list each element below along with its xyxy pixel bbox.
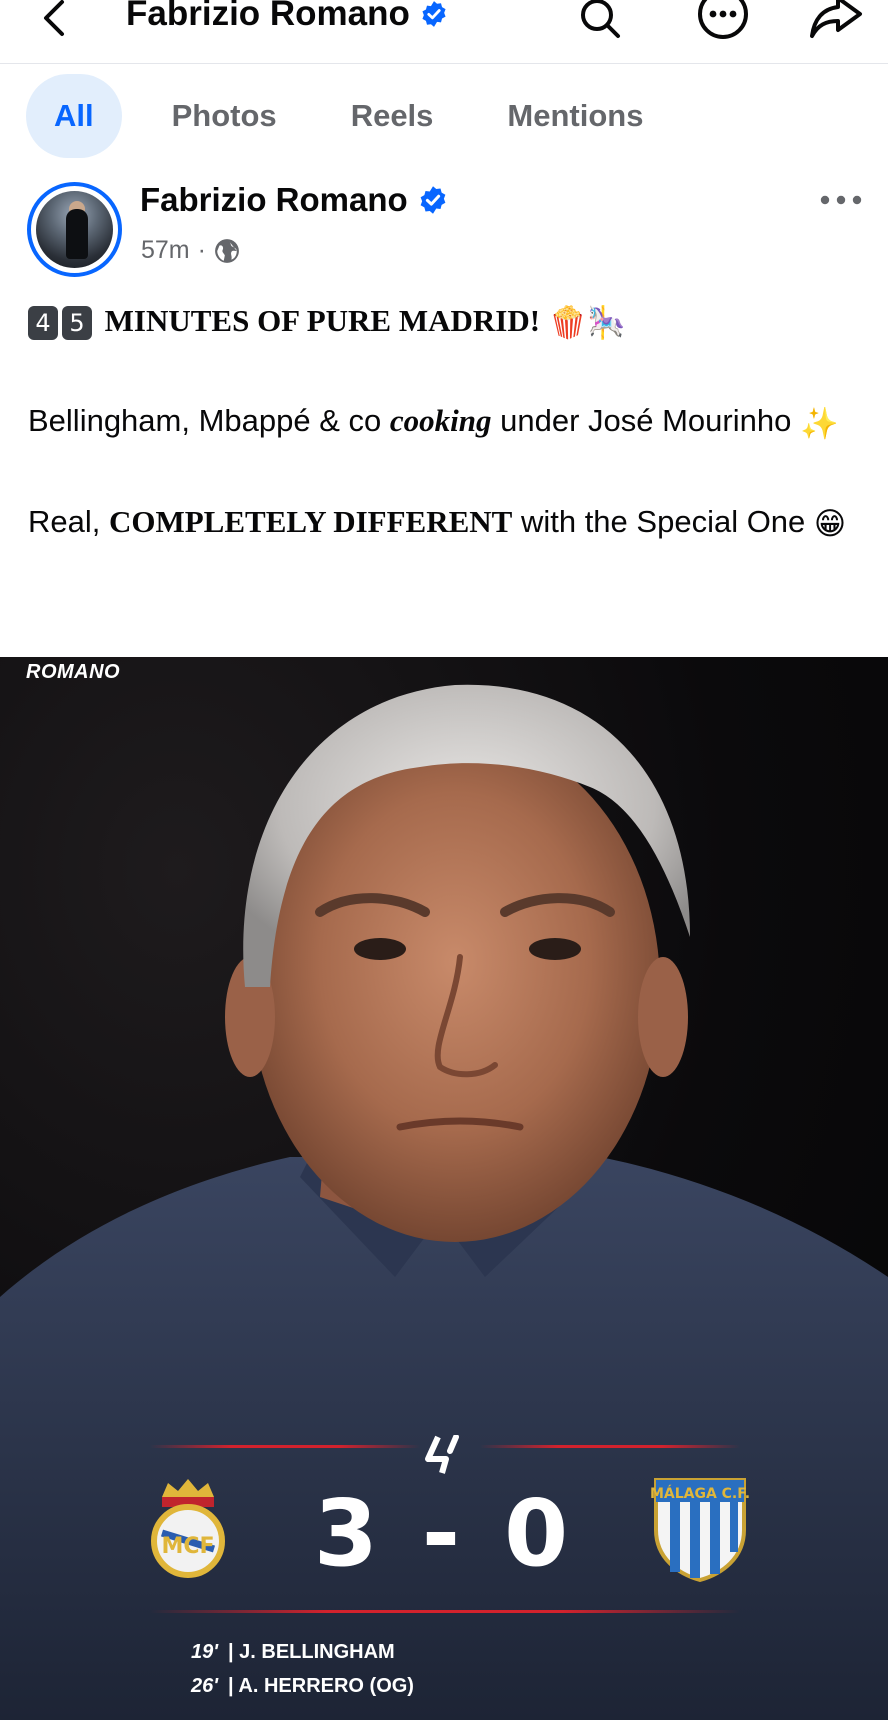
goal-scorers-list: 19' | J. BELLINGHAM 26' | A. HERRERO (OG) <box>178 1635 414 1703</box>
goal-scorer-row: 19' | J. BELLINGHAM <box>178 1635 414 1669</box>
tab-mentions[interactable]: Mentions <box>483 74 667 158</box>
tab-all[interactable]: All <box>26 74 122 158</box>
post-author[interactable]: Fabrizio Romano <box>140 181 448 219</box>
page-title: Fabrizio Romano <box>126 0 448 34</box>
sparkles-emoji: ✨ <box>799 405 839 441</box>
post-image[interactable]: ROMANO MCF 3 - 0 MÁLAGA C.F. 19' | J. BEL… <box>0 657 888 1720</box>
line2-emphasis: cooking <box>389 403 492 439</box>
globe-icon <box>215 238 239 263</box>
page-title-text: Fabrizio Romano <box>126 0 410 33</box>
home-score: 3 <box>313 1480 384 1587</box>
tab-photos[interactable]: Photos <box>148 74 301 158</box>
post-line-3: Real, COMPLETELY DIFFERENT with the Spec… <box>28 497 868 548</box>
post-text: 45 MINUTES OF PURE MADRID! 🍿🎠 Bellingham… <box>28 296 868 548</box>
avatar-image <box>36 191 113 268</box>
grinning-emoji: 😁 <box>813 505 847 541</box>
keycap-4: 4 <box>28 305 58 340</box>
back-button[interactable] <box>36 0 72 40</box>
avatar[interactable] <box>27 182 122 277</box>
search-icon <box>581 0 620 38</box>
share-icon <box>810 0 862 38</box>
search-button[interactable] <box>574 0 626 42</box>
score-divider-top <box>150 1445 420 1448</box>
verified-badge-icon <box>420 186 446 214</box>
headline-text: MINUTES OF PURE MADRID! <box>104 303 541 338</box>
more-options-button[interactable] <box>697 0 749 42</box>
back-chevron-icon <box>44 0 64 36</box>
verified-badge-icon <box>422 1 446 27</box>
keycap-5: 5 <box>62 305 92 340</box>
malaga-crest-icon: MÁLAGA C.F. <box>650 1478 750 1582</box>
goal-minute: 26' <box>190 1675 218 1697</box>
post-time[interactable]: 57m <box>141 236 190 265</box>
watermark-text: ROMANO <box>26 661 121 683</box>
post-meta: 57m · <box>141 236 240 265</box>
ellipsis-icon <box>820 195 862 205</box>
post-headline: 45 MINUTES OF PURE MADRID! 🍿🎠 <box>28 296 868 347</box>
goal-scorer-row: 26' | A. HERRERO (OG) <box>178 1669 414 1703</box>
match-score: 3 - 0 <box>0 1480 888 1587</box>
line3-emphasis: COMPLETELY DIFFERENT <box>108 503 513 539</box>
line3-part-c: with the Special One <box>512 503 814 539</box>
share-button[interactable] <box>808 0 864 42</box>
line3-part-a: Real, <box>28 503 109 539</box>
more-circle-icon <box>698 0 748 39</box>
score-divider-top-right <box>480 1445 740 1448</box>
away-score: 0 <box>504 1480 575 1587</box>
goal-scorer: | J. BELLINGHAM <box>228 1641 395 1663</box>
score-divider-bottom <box>150 1610 740 1613</box>
svg-text:MÁLAGA C.F.: MÁLAGA C.F. <box>650 1485 750 1502</box>
tab-reels[interactable]: Reels <box>327 74 458 158</box>
top-bar: Fabrizio Romano <box>0 0 888 64</box>
laliga-logo <box>425 1435 459 1474</box>
line2-part-a: Bellingham, Mbappé & co <box>28 403 390 439</box>
post-line-2: Bellingham, Mbappé & co cooking under Jo… <box>28 396 868 447</box>
post-author-name: Fabrizio Romano <box>140 181 408 218</box>
score-dash: - <box>421 1480 467 1587</box>
meta-separator: · <box>197 236 206 264</box>
goal-scorer: | A. HERRERO (OG) <box>228 1675 414 1697</box>
line2-part-c: under José Mourinho <box>491 403 800 439</box>
goal-minute: 19' <box>190 1641 218 1663</box>
popcorn-carousel-emoji: 🍿🎠 <box>548 305 626 341</box>
profile-tabs: All Photos Reels Mentions <box>26 74 693 158</box>
post-more-button[interactable] <box>816 182 866 218</box>
